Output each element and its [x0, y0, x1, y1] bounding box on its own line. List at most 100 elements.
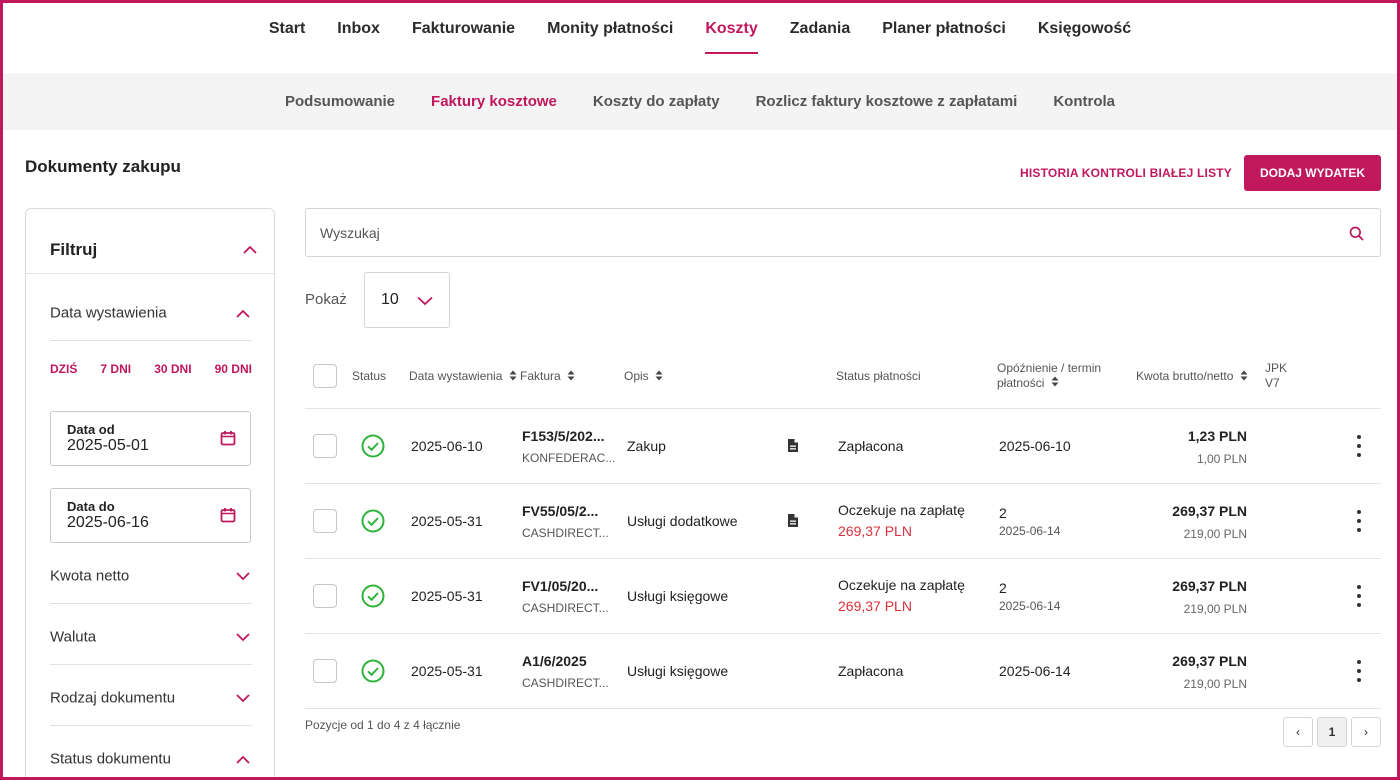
- nav-inbox[interactable]: Inbox: [337, 3, 380, 73]
- filter-header[interactable]: Filtruj: [26, 209, 274, 274]
- search-icon[interactable]: [1349, 226, 1364, 246]
- kebab-menu-icon[interactable]: [1349, 434, 1369, 458]
- row-payment-status: Zapłacona: [838, 438, 904, 454]
- page-size-value: 10: [381, 291, 399, 308]
- row-invoice-number[interactable]: FV55/05/2...: [522, 503, 598, 519]
- calendar-icon[interactable]: [220, 430, 236, 451]
- chevron-up-icon: [236, 309, 250, 318]
- filter-section-net-amount[interactable]: Kwota netto: [50, 543, 252, 604]
- search-input[interactable]: [320, 209, 1320, 256]
- nav-koszty[interactable]: Koszty: [705, 3, 759, 73]
- row-delay: 2: [999, 580, 1007, 596]
- row-contractor: CASHDIRECT...: [522, 601, 609, 615]
- calendar-icon[interactable]: [220, 507, 236, 528]
- select-all-checkbox[interactable]: [313, 364, 337, 388]
- filter-section-document-type[interactable]: Rodzaj dokumentu: [50, 665, 252, 726]
- row-invoice-number[interactable]: A1/6/2025: [522, 653, 587, 669]
- main-nav: Start Inbox Fakturowanie Monity płatnośc…: [3, 3, 1397, 73]
- date-from-field[interactable]: Data od 2025-05-01: [50, 411, 251, 466]
- row-net-amount: 1,00 PLN: [1196, 452, 1247, 466]
- row-divider: [305, 708, 1381, 709]
- row-checkbox[interactable]: [313, 434, 337, 458]
- quick-date-ranges: DZIŚ 7 DNI 30 DNI 90 DNI: [50, 362, 252, 376]
- nav-planer[interactable]: Planer płatności: [882, 3, 1006, 73]
- column-header-invoice[interactable]: Faktura: [520, 369, 575, 384]
- chevron-down-icon: [236, 694, 250, 703]
- filter-section-currency[interactable]: Waluta: [50, 604, 252, 665]
- nav-zadania[interactable]: Zadania: [790, 3, 850, 73]
- add-expense-button[interactable]: DODAJ WYDATEK: [1244, 155, 1381, 191]
- sub-nav: Podsumowanie Faktury kosztowe Koszty do …: [3, 73, 1397, 130]
- page-size-select[interactable]: 10: [364, 272, 450, 328]
- row-checkbox[interactable]: [313, 584, 337, 608]
- sort-icon[interactable]: [1051, 376, 1059, 391]
- range-90-days[interactable]: 90 DNI: [215, 362, 252, 376]
- pagination-page-button[interactable]: 1: [1317, 717, 1347, 747]
- row-invoice-number[interactable]: F153/5/202...: [522, 428, 605, 444]
- filter-section-issue-date[interactable]: Data wystawienia: [50, 280, 252, 341]
- nav-ksiegowosc[interactable]: Księgowość: [1038, 3, 1131, 73]
- range-30-days[interactable]: 30 DNI: [154, 362, 191, 376]
- row-due-date: 2025-06-14: [999, 663, 1071, 679]
- row-due-date: 2025-06-14: [999, 524, 1061, 538]
- pagination-next-button[interactable]: ›: [1351, 717, 1381, 747]
- sort-icon[interactable]: [509, 370, 517, 384]
- row-description: Zakup: [627, 438, 666, 454]
- check-circle-icon: [361, 659, 385, 688]
- row-invoice-number[interactable]: FV1/05/20...: [522, 578, 598, 594]
- chevron-up-icon[interactable]: [243, 245, 257, 254]
- row-payment-amount: 269,37 PLN: [838, 598, 912, 614]
- search-box: [305, 208, 1381, 257]
- kebab-menu-icon[interactable]: [1349, 509, 1369, 533]
- subnav-faktury-kosztowe[interactable]: Faktury kosztowe: [431, 93, 557, 110]
- nav-fakturowanie[interactable]: Fakturowanie: [412, 3, 515, 73]
- filter-section-document-status[interactable]: Status dokumentu: [50, 726, 252, 780]
- sort-icon[interactable]: [567, 370, 575, 384]
- subnav-kontrola[interactable]: Kontrola: [1053, 93, 1115, 110]
- row-date: 2025-05-31: [411, 588, 483, 604]
- nav-monity[interactable]: Monity płatności: [547, 3, 673, 73]
- filter-section-label: Data wystawienia: [50, 304, 167, 322]
- check-circle-icon: [361, 584, 385, 613]
- row-date: 2025-05-31: [411, 513, 483, 529]
- date-to-field[interactable]: Data do 2025-06-16: [50, 488, 251, 543]
- subnav-rozlicz[interactable]: Rozlicz faktury kosztowe z zapłatami: [756, 93, 1018, 110]
- chevron-up-icon: [236, 755, 250, 764]
- document-icon[interactable]: [787, 438, 799, 458]
- column-header-description[interactable]: Opis: [624, 369, 663, 384]
- subnav-koszty-do-zaplaty[interactable]: Koszty do zapłaty: [593, 93, 720, 110]
- row-amount: 1,23 PLN 1,00 PLN: [1188, 428, 1247, 466]
- sort-icon[interactable]: [1240, 370, 1248, 384]
- row-checkbox[interactable]: [313, 509, 337, 533]
- row-description: Usługi dodatkowe: [627, 513, 738, 529]
- row-due-date: 2025-06-14: [999, 599, 1061, 613]
- range-today[interactable]: DZIŚ: [50, 362, 77, 376]
- row-checkbox[interactable]: [313, 659, 337, 683]
- row-payment-status: Zapłacona: [838, 663, 904, 679]
- column-header-payment-status: Status płatności: [836, 369, 921, 383]
- pagination-prev-button[interactable]: ‹: [1283, 717, 1313, 747]
- chevron-down-icon: [236, 572, 250, 581]
- row-divider: [305, 483, 1381, 484]
- sort-icon[interactable]: [655, 370, 663, 384]
- row-gross-amount: 269,37 PLN: [1172, 578, 1247, 594]
- column-header-status: Status: [352, 369, 387, 383]
- nav-start[interactable]: Start: [269, 3, 305, 73]
- kebab-menu-icon[interactable]: [1349, 584, 1369, 608]
- whitelist-history-link[interactable]: HISTORIA KONTROLI BIAŁEJ LISTY: [1020, 166, 1232, 180]
- check-circle-icon: [361, 434, 385, 463]
- range-7-days[interactable]: 7 DNI: [100, 362, 131, 376]
- row-due-date: 2025-06-10: [999, 438, 1071, 454]
- column-header-label: Data wystawienia: [409, 369, 503, 383]
- column-header-amount[interactable]: Kwota brutto/netto: [1136, 369, 1248, 384]
- row-payment-status: Oczekuje na zapłatę: [838, 502, 965, 518]
- document-icon[interactable]: [787, 513, 799, 533]
- row-net-amount: 219,00 PLN: [1183, 677, 1247, 691]
- subnav-podsumowanie[interactable]: Podsumowanie: [285, 93, 395, 110]
- column-header-label: Opis: [624, 369, 649, 383]
- column-header-delay[interactable]: Opóźnienie / termin płatności: [997, 361, 1101, 391]
- kebab-menu-icon[interactable]: [1349, 659, 1369, 683]
- row-net-amount: 219,00 PLN: [1183, 527, 1247, 541]
- row-contractor: CASHDIRECT...: [522, 526, 609, 540]
- column-header-issue-date[interactable]: Data wystawienia: [409, 369, 517, 384]
